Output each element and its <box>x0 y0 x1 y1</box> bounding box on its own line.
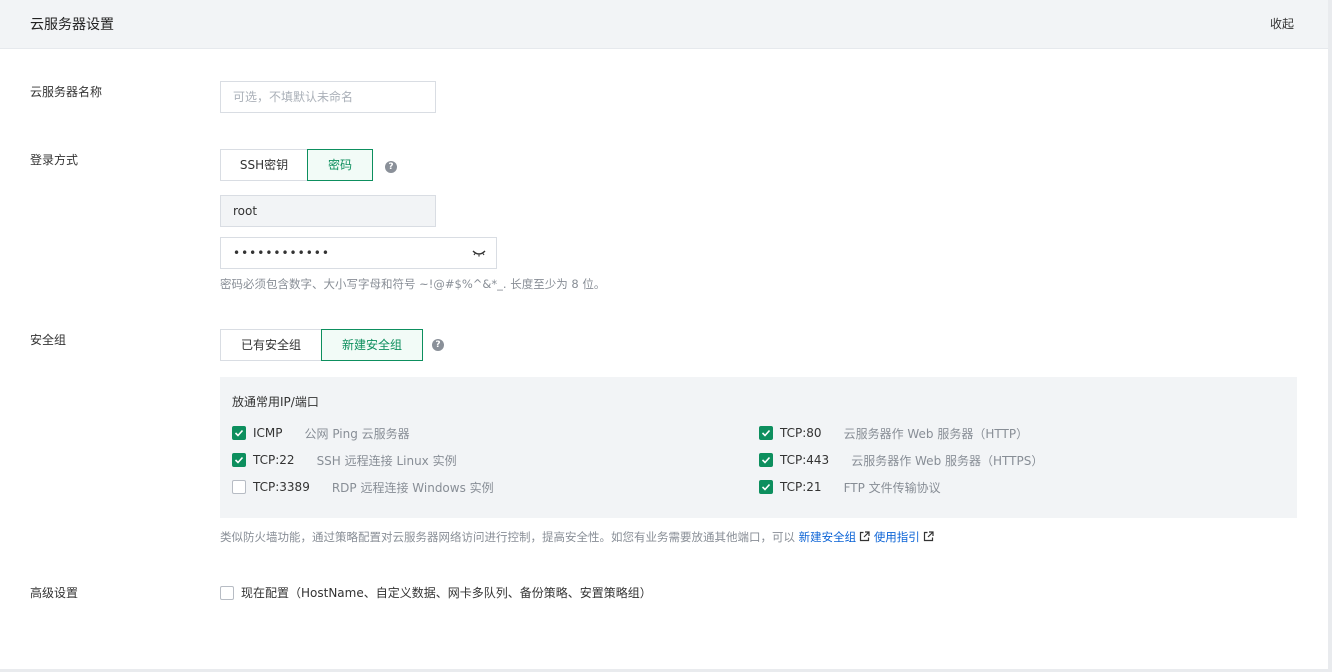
checkbox-tcp21[interactable] <box>759 480 773 494</box>
security-group-hint-text: 类似防火墙功能，通过策略配置对云服务器网络访问进行控制，提高安全性。如您有业务需… <box>220 530 795 544</box>
username-field: root <box>220 195 436 227</box>
new-security-group-link[interactable]: 新建安全组 <box>799 530 871 544</box>
existing-group-option[interactable]: 已有安全组 <box>220 329 322 361</box>
port-name: TCP:22 <box>253 453 295 467</box>
configure-now-label: 现在配置（HostName、自定义数据、网卡多队列、备份策略、安置策略组） <box>241 586 652 600</box>
new-security-group-link-text: 新建安全组 <box>798 530 857 544</box>
new-group-option[interactable]: 新建安全组 <box>321 329 423 361</box>
help-icon[interactable]: ? <box>385 161 397 173</box>
usage-guide-link-text: 使用指引 <box>873 530 920 544</box>
port-name: ICMP <box>253 426 283 440</box>
port-rules-box: 放通常用IP/端口 ICMP 公网 Ping 云服务器 TCP:22 SSH 远… <box>220 377 1297 518</box>
port-desc: FTP 文件传输协议 <box>843 480 941 495</box>
port-name: TCP:443 <box>780 453 830 467</box>
checkmark-icon <box>761 483 771 491</box>
port-desc: RDP 远程连接 Windows 实例 <box>331 480 494 495</box>
port-desc: 公网 Ping 云服务器 <box>304 426 410 441</box>
port-rule-tcp21: TCP:21 FTP 文件传输协议 <box>759 479 941 495</box>
panel-title: 云服务器设置 <box>30 17 114 33</box>
security-group-hint: 类似防火墙功能，通过策略配置对云服务器网络访问进行控制，提高安全性。如您有业务需… <box>220 529 934 545</box>
port-desc: 云服务器作 Web 服务器（HTTPS） <box>851 453 1044 468</box>
checkmark-icon <box>761 456 771 464</box>
port-desc: SSH 远程连接 Linux 实例 <box>316 453 457 468</box>
port-name: TCP:21 <box>780 480 822 494</box>
checkmark-icon <box>234 456 244 464</box>
port-desc: 云服务器作 Web 服务器（HTTP） <box>843 426 1029 441</box>
checkbox-icmp[interactable] <box>232 426 246 440</box>
password-field[interactable]: •••••••••••• <box>220 237 497 269</box>
security-group-label: 安全组 <box>30 333 67 347</box>
login-method-selector: SSH密钥 密码 <box>220 149 373 181</box>
checkbox-tcp3389[interactable] <box>232 480 246 494</box>
scrollbar-track <box>1328 0 1332 672</box>
checkbox-tcp443[interactable] <box>759 453 773 467</box>
server-name-label: 云服务器名称 <box>30 85 103 99</box>
help-icon[interactable]: ? <box>432 339 444 351</box>
password-mask: •••••••••••• <box>233 246 330 260</box>
advanced-configure-row: 现在配置（HostName、自定义数据、网卡多队列、备份策略、安置策略组） <box>220 584 652 601</box>
checkbox-tcp22[interactable] <box>232 453 246 467</box>
port-rule-icmp: ICMP 公网 Ping 云服务器 <box>232 425 410 441</box>
port-rule-tcp80: TCP:80 云服务器作 Web 服务器（HTTP） <box>759 425 1028 441</box>
eye-closed-icon[interactable] <box>472 248 486 258</box>
port-rule-tcp443: TCP:443 云服务器作 Web 服务器（HTTPS） <box>759 452 1043 468</box>
login-method-label: 登录方式 <box>30 153 79 167</box>
panel-header: 云服务器设置 收起 <box>0 0 1328 49</box>
external-link-icon <box>923 531 934 542</box>
usage-guide-link[interactable]: 使用指引 <box>874 530 934 544</box>
checkmark-icon <box>761 429 771 437</box>
password-hint: 密码必须包含数字、大小写字母和符号 ~!@#$%^&*_. 长度至少为 8 位。 <box>220 277 606 291</box>
port-rule-tcp22: TCP:22 SSH 远程连接 Linux 实例 <box>232 452 457 468</box>
checkbox-tcp80[interactable] <box>759 426 773 440</box>
port-rules-title: 放通常用IP/端口 <box>232 395 319 409</box>
server-name-input[interactable] <box>220 81 436 113</box>
checkmark-icon <box>234 429 244 437</box>
security-group-selector: 已有安全组 新建安全组 <box>220 329 423 361</box>
ssh-key-option[interactable]: SSH密钥 <box>220 149 308 181</box>
external-link-icon <box>860 531 870 542</box>
port-name: TCP:3389 <box>253 480 310 494</box>
configure-now-checkbox[interactable] <box>220 585 234 600</box>
advanced-settings-label: 高级设置 <box>30 586 79 600</box>
port-rule-tcp3389: TCP:3389 RDP 远程连接 Windows 实例 <box>232 479 494 495</box>
password-option[interactable]: 密码 <box>307 149 373 181</box>
collapse-button[interactable]: 收起 <box>1270 15 1294 32</box>
port-name: TCP:80 <box>780 426 822 440</box>
